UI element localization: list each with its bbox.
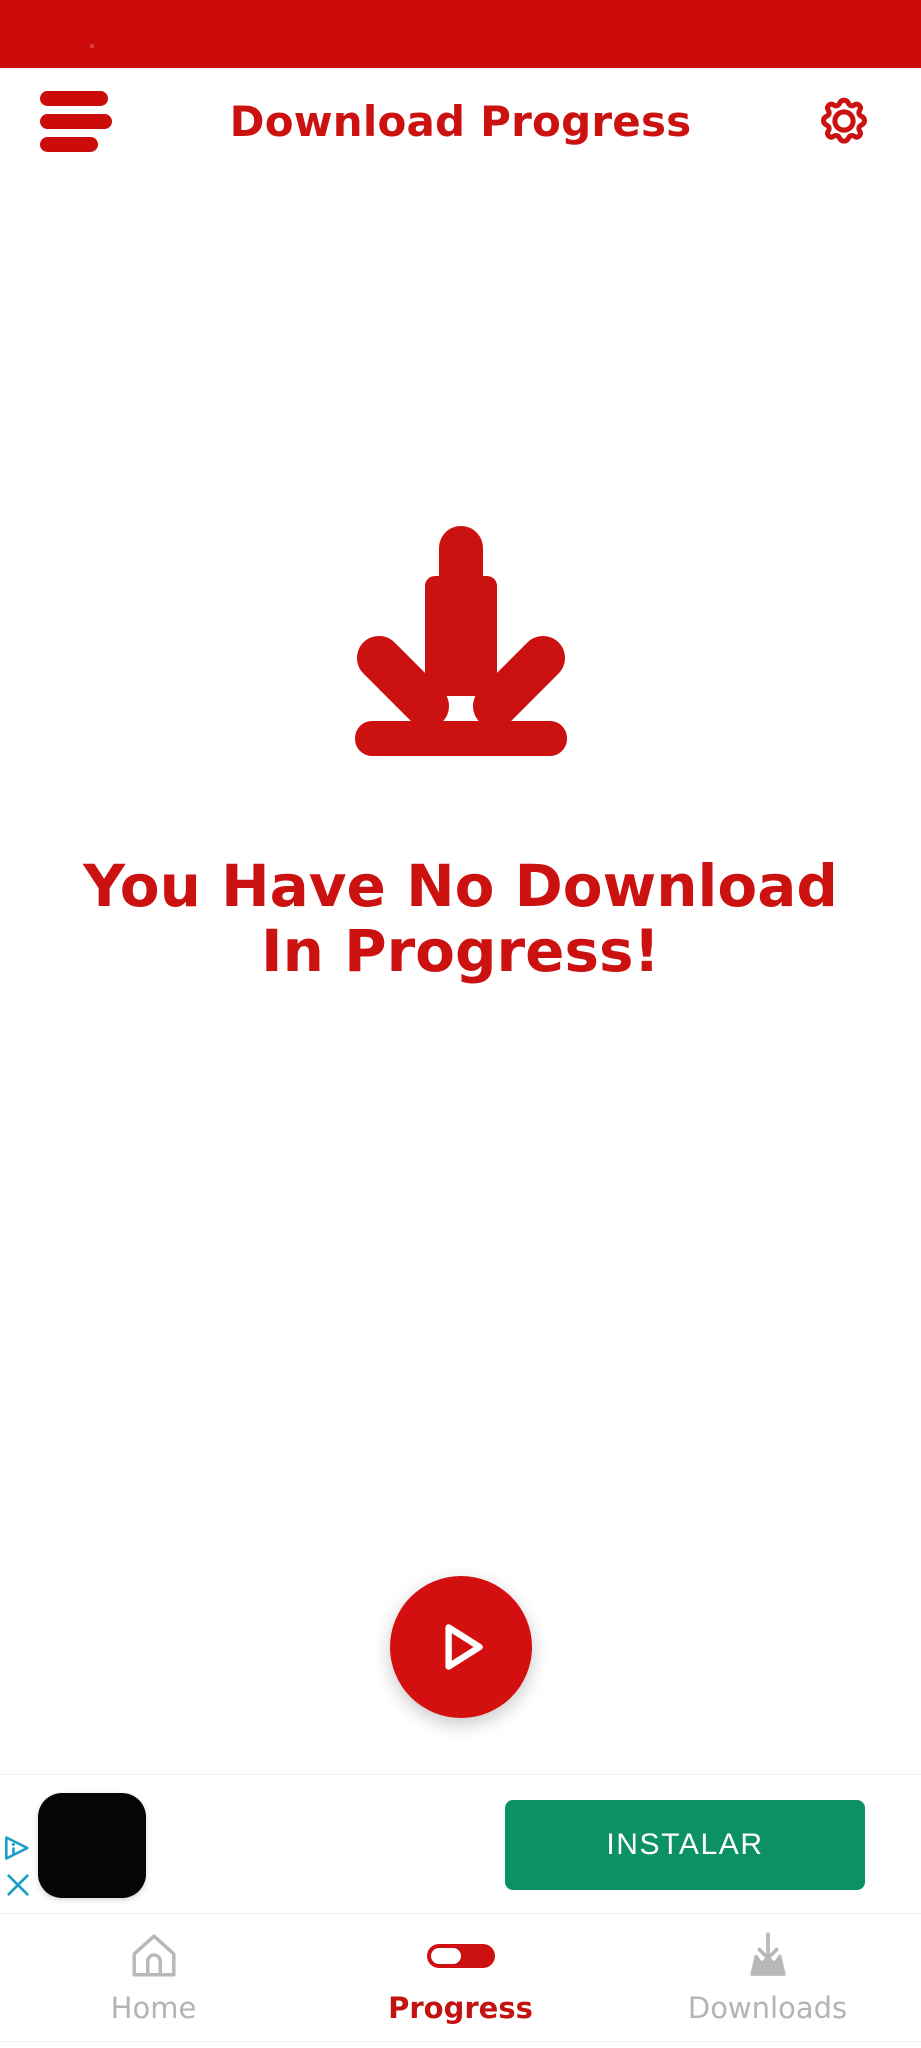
nav-item-home[interactable]: Home	[0, 1914, 307, 2041]
progress-bar-icon	[426, 1931, 495, 1981]
nav-item-progress[interactable]: Progress	[307, 1914, 614, 2041]
install-button[interactable]: INSTALAR	[505, 1800, 865, 1890]
app-bar: Download Progress	[0, 68, 921, 174]
arrow-joint	[424, 576, 497, 696]
inbox-download-icon	[742, 1931, 794, 1981]
download-baseline	[354, 721, 567, 756]
nav-label-progress: Progress	[388, 1990, 533, 2025]
empty-message-line-1: You Have No Download	[83, 852, 838, 920]
play-icon	[444, 1624, 483, 1670]
footer-bar: Made in TheGLab	[0, 2041, 921, 2048]
nav-label-downloads: Downloads	[687, 1990, 848, 2025]
page-title: Download Progress	[229, 96, 692, 146]
bottom-navigation: Home Progress Downloads	[0, 1914, 921, 2041]
house-icon-svg	[131, 1933, 176, 1976]
house-icon	[129, 1931, 179, 1981]
gear-icon[interactable]	[801, 78, 887, 164]
status-bar	[0, 0, 921, 68]
inbox-download-icon-svg	[749, 1931, 786, 1976]
status-bar-dot	[90, 44, 94, 48]
empty-state-message: You Have No Download In Progress!	[31, 854, 891, 984]
adchoices-icon[interactable]	[4, 1835, 32, 1861]
ad-banner: INSTALAR	[0, 1774, 921, 1914]
hamburger-bar-3	[40, 136, 98, 152]
hamburger-bar-2	[40, 113, 112, 129]
hamburger-bar-1	[40, 90, 108, 106]
play-button[interactable]	[389, 1576, 532, 1718]
empty-message-line-2: In Progress!	[261, 916, 660, 985]
main-content: You Have No Download In Progress! INSTAL…	[0, 174, 921, 2048]
nav-label-home: Home	[110, 1990, 197, 2025]
advertised-app-icon[interactable]	[38, 1793, 146, 1898]
download-arrow-icon	[354, 526, 567, 756]
hamburger-menu-icon[interactable]	[40, 89, 118, 153]
progress-pill-track	[426, 1943, 495, 1968]
progress-pill-knob	[430, 1947, 461, 1964]
nav-item-downloads[interactable]: Downloads	[614, 1914, 921, 2041]
close-x-icon[interactable]	[4, 1871, 32, 1899]
gear-icon-svg	[821, 97, 867, 144]
app-root: Download Progress You Have No Download I…	[0, 0, 921, 2048]
